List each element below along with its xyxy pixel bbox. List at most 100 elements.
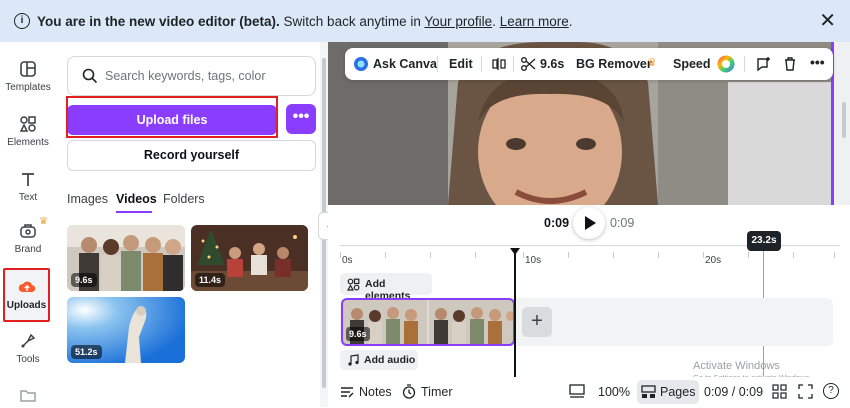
ruler-tick bbox=[385, 252, 386, 258]
upload-files-button[interactable]: Upload files bbox=[67, 105, 277, 135]
ask-canva-icon bbox=[354, 57, 368, 71]
comment-add-icon[interactable] bbox=[755, 56, 772, 73]
page-view-icon[interactable] bbox=[569, 384, 585, 398]
ruler-tick bbox=[568, 252, 569, 258]
edit-button[interactable]: Edit bbox=[449, 57, 473, 71]
crown-icon: ♛ bbox=[647, 57, 657, 69]
flip-icon[interactable] bbox=[491, 56, 507, 72]
current-time: 0:09 bbox=[544, 216, 570, 230]
brand-icon bbox=[20, 224, 36, 238]
activate-windows-title: Activate Windows bbox=[693, 360, 780, 372]
ruler-tick bbox=[340, 252, 341, 258]
info-icon: i bbox=[14, 13, 30, 29]
pages-button[interactable]: Pages bbox=[637, 380, 699, 404]
video-duration: 51.2s bbox=[71, 345, 102, 359]
ruler-label: 20s bbox=[705, 255, 722, 266]
learn-more-link[interactable]: Learn more bbox=[500, 14, 569, 29]
hover-time-tooltip: 23.2s bbox=[747, 231, 781, 251]
help-icon[interactable]: ? bbox=[823, 383, 839, 399]
crown-icon: ♛ bbox=[39, 216, 48, 227]
banner-text-after: . bbox=[492, 14, 500, 29]
your-profile-link[interactable]: Your profile bbox=[424, 14, 492, 29]
ruler-tick bbox=[703, 252, 704, 258]
timer-icon bbox=[402, 384, 416, 399]
search-placeholder: Search keywords, tags, color bbox=[105, 69, 266, 83]
search-icon bbox=[82, 68, 98, 84]
trash-icon[interactable] bbox=[782, 56, 798, 72]
plus-icon: + bbox=[531, 310, 543, 332]
ruler-label: 0s bbox=[342, 255, 353, 266]
ruler-tick bbox=[475, 252, 476, 258]
rail-item-templates[interactable]: Templates bbox=[0, 60, 56, 93]
rail-item-folder[interactable] bbox=[0, 386, 56, 408]
scissors-icon[interactable] bbox=[520, 56, 536, 72]
add-clip-button[interactable]: + bbox=[522, 307, 552, 337]
grid-view-icon[interactable] bbox=[772, 384, 787, 399]
video-thumbnail[interactable]: 11.4s bbox=[191, 225, 308, 291]
elements-icon bbox=[347, 278, 360, 291]
ask-canva-button[interactable]: Ask Canva bbox=[373, 57, 437, 71]
playhead[interactable] bbox=[514, 249, 516, 377]
color-wheel-icon[interactable] bbox=[717, 55, 735, 73]
video-clip[interactable]: 9.6s bbox=[341, 298, 515, 346]
text-icon bbox=[22, 173, 34, 186]
pages-icon bbox=[641, 385, 656, 398]
rail-item-brand[interactable]: ♛ Brand bbox=[0, 216, 56, 255]
elements-icon bbox=[19, 116, 36, 132]
ruler-tick bbox=[793, 252, 794, 258]
ruler-tick bbox=[834, 252, 835, 258]
side-rail: Templates Elements Text ♛ Brand Uploads … bbox=[0, 42, 56, 407]
music-note-icon bbox=[348, 354, 359, 366]
notes-button[interactable]: Notes bbox=[359, 385, 392, 399]
fullscreen-icon[interactable] bbox=[798, 384, 813, 399]
play-button[interactable] bbox=[573, 207, 605, 239]
rail-item-tools[interactable]: Tools bbox=[0, 332, 56, 365]
trim-duration-button[interactable]: 9.6s bbox=[540, 57, 564, 71]
rail-item-elements[interactable]: Elements bbox=[0, 115, 56, 148]
ruler-tick bbox=[430, 252, 431, 258]
more-icon[interactable]: ••• bbox=[810, 54, 825, 70]
video-duration: 11.4s bbox=[195, 273, 226, 287]
pages-label: Pages bbox=[660, 385, 696, 399]
page-time: 0:09 / 0:09 bbox=[704, 385, 764, 399]
rail-label-elements: Elements bbox=[7, 137, 49, 148]
close-icon[interactable]: ✕ bbox=[819, 11, 836, 31]
clip-duration: 9.6s bbox=[346, 327, 370, 341]
tab-images[interactable]: Images bbox=[67, 192, 108, 206]
banner-text: Switch back anytime in bbox=[279, 14, 425, 29]
rail-label-templates: Templates bbox=[5, 82, 51, 93]
rail-item-text[interactable]: Text bbox=[0, 170, 56, 203]
zoom-level[interactable]: 100% bbox=[598, 385, 630, 399]
total-time: 0:09 bbox=[610, 216, 635, 230]
toolbar-divider bbox=[481, 56, 482, 72]
add-audio-label: Add audio bbox=[364, 354, 416, 366]
rail-item-uploads[interactable]: Uploads bbox=[3, 268, 50, 322]
bottom-bar: Notes Timer 100% Pages 0:09 / 0:09 ? bbox=[328, 377, 850, 407]
bg-remover-button[interactable]: BG Remover bbox=[576, 57, 652, 71]
rail-label-uploads: Uploads bbox=[6, 300, 47, 311]
record-yourself-button[interactable]: Record yourself bbox=[67, 140, 316, 171]
templates-icon bbox=[20, 61, 36, 77]
video-thumbnail[interactable]: 9.6s bbox=[67, 225, 185, 291]
search-input[interactable]: Search keywords, tags, color bbox=[67, 56, 316, 96]
folder-icon bbox=[20, 390, 36, 402]
context-toolbar: Ask Canva Edit 9.6s BG Remover ♛ Speed •… bbox=[345, 48, 833, 80]
toolbar-divider bbox=[437, 56, 438, 72]
timer-button[interactable]: Timer bbox=[421, 385, 452, 399]
add-audio-button[interactable]: Add audio bbox=[340, 350, 418, 370]
tab-folders[interactable]: Folders bbox=[163, 192, 205, 206]
banner-bold-text: You are in the new video editor (beta). bbox=[37, 14, 280, 29]
more-options-button[interactable]: ••• bbox=[286, 104, 316, 134]
tab-videos[interactable]: Videos bbox=[116, 192, 157, 206]
play-icon bbox=[585, 216, 596, 230]
speed-button[interactable]: Speed bbox=[673, 57, 711, 71]
add-elements-button[interactable]: Add elements bbox=[340, 273, 432, 302]
notes-icon bbox=[341, 387, 354, 398]
canvas-scrollbar[interactable] bbox=[842, 102, 846, 138]
playhead-handle[interactable] bbox=[510, 248, 520, 255]
rail-label-tools: Tools bbox=[16, 354, 40, 365]
toolbar-divider bbox=[744, 56, 745, 72]
tools-icon bbox=[21, 333, 36, 348]
beta-banner: i You are in the new video editor (beta)… bbox=[0, 0, 850, 42]
video-thumbnail[interactable]: 51.2s bbox=[67, 297, 185, 363]
